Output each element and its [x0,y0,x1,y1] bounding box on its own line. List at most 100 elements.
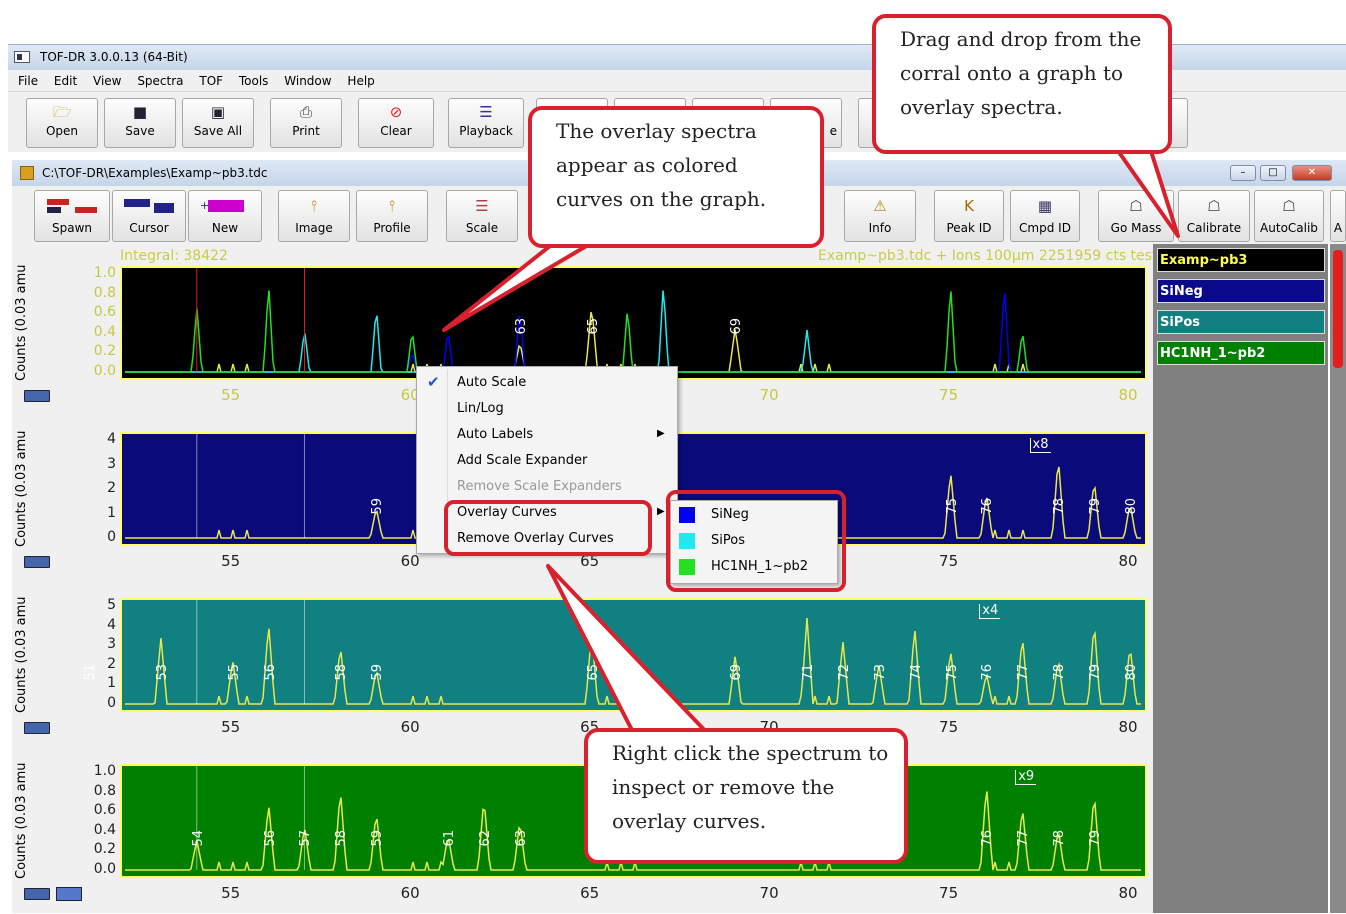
peak-label: 78 [1052,830,1068,847]
peak-label: 63 [513,830,529,847]
menu-help[interactable]: Help [347,70,374,92]
scrollbar-thumb[interactable] [1333,250,1343,368]
corral-scrollbar[interactable] [1330,244,1346,913]
peak-id-button[interactable]: K Peak ID [934,190,1004,242]
peak-label: 78 [1052,664,1068,681]
compound-id-icon: ▦ [1037,197,1053,215]
go-mass-icon: ☖ [1129,197,1143,215]
panel-scale-button[interactable] [24,888,50,900]
peak-label: 76 [980,664,996,681]
menu-item-auto-scale[interactable]: Auto Scale [457,372,526,394]
calibrate-button[interactable]: ☖ Calibrate [1178,190,1250,242]
overlay-trace-3 [125,290,1141,373]
corral-item-sipos[interactable]: SiPos [1157,310,1325,334]
menu-item-add-scale-expander[interactable]: Add Scale Expander [457,450,587,472]
peak-label: 54 [190,830,206,847]
menu-item-lin-log[interactable]: Lin/Log [457,398,504,420]
minimize-button[interactable]: – [1230,165,1256,181]
spectrum-panel-4[interactable]: Counts (0.03 amu 54 56 57 58 59 61 62 63 76 77 78 79… [12,760,1153,914]
panel-zoom-button[interactable] [56,887,82,901]
calibrate-icon: ☖ [1207,197,1221,215]
autocalib-button[interactable]: ☖ AutoCalib [1254,190,1324,242]
cmpd-id-button[interactable]: ▦ Cmpd ID [1010,190,1080,242]
peak-label: 55 [226,664,242,681]
corral-item-sineg[interactable]: SiNeg [1157,279,1325,303]
panel-scale-button[interactable] [24,722,50,734]
x-tick-label: 80 [1118,718,1138,736]
open-button[interactable]: 🗁 Open [26,98,98,148]
x-tick-label: 75 [939,552,959,570]
peak-label: 57 [298,830,314,847]
spawn-button[interactable]: Spawn [34,190,110,242]
overlay-trace-1 [125,293,1141,373]
scale-button[interactable]: ☰ Scale [446,190,518,242]
x-tick-label: 60 [400,552,420,570]
spectrum-trace [125,617,1141,705]
close-button[interactable]: ✕ [1292,165,1332,181]
corral-item-examp-pb3[interactable]: Examp~pb3 [1157,248,1325,272]
peak-id-icon: K [964,197,974,215]
restore-button[interactable]: □ [1260,165,1286,181]
document-icon [20,166,34,180]
profile-button[interactable]: ⫯ Profile [356,190,428,242]
menu-tof[interactable]: TOF [199,70,223,92]
scale-expander[interactable]: x9 [1015,770,1037,785]
go-mass-button[interactable]: ☖ Go Mass [1098,190,1174,242]
plot-canvas[interactable]: 63 65 69 [120,266,1147,380]
x-tick-label: 75 [939,718,959,736]
menu-tools[interactable]: Tools [239,70,269,92]
y-tick-label: 0.4 [93,821,116,838]
peak-label: 76 [980,830,996,847]
x-tick-label: 55 [221,386,241,404]
x-tick-label: 80 [1118,884,1138,902]
menu-file[interactable]: File [18,70,38,92]
corral-item-hc1nh[interactable]: HC1NH_1~pb2 [1157,341,1325,365]
peak-label: 80 [1124,664,1140,681]
print-button[interactable]: ⎙ Print [270,98,342,148]
y-tick-label: 0 [107,695,116,711]
peak-label: 75 [944,498,960,515]
save-button[interactable]: ■ Save [104,98,176,148]
image-icon: ⫯ [310,197,318,215]
playback-button[interactable]: ☰ Playback [448,98,524,148]
menu-spectra[interactable]: Spectra [137,70,183,92]
submenu-arrow-icon: ▶ [657,428,665,439]
more-button[interactable]: A [1330,190,1346,242]
callout-overlay-spectra: The overlay spectra appear as colored cu… [528,106,824,248]
y-axis-label: Counts (0.03 amu [14,430,29,548]
info-button[interactable]: ⚠ Info [844,190,916,242]
menu-view[interactable]: View [93,70,121,92]
cursor-button[interactable]: Cursor [112,190,186,242]
spectrum-panel-3[interactable]: Counts (0.03 amu 51 53 55 56 58 59 65 69 71 72 73 74… [12,594,1153,748]
y-tick-label: 2 [107,480,116,496]
new-button[interactable]: + New [188,190,262,242]
peak-label: 69 [729,664,745,681]
panel-scale-button[interactable] [24,390,50,402]
image-button[interactable]: ⫯ Image [278,190,350,242]
menu-item-auto-labels[interactable]: Auto Labels [457,424,533,446]
peak-label: 59 [370,830,386,847]
app-icon [14,51,30,63]
menu-edit[interactable]: Edit [54,70,77,92]
peak-label: 75 [944,664,960,681]
x-tick-label: 60 [400,884,420,902]
spectrum-trace [125,311,1141,373]
clear-button[interactable]: ⊘ Clear [358,98,434,148]
x-tick-label: 55 [221,884,241,902]
plot-canvas[interactable]: 51 53 55 56 58 59 65 69 71 72 73 74 75 76 77 78 79 80 x4 [83,598,1147,712]
callout-drag-drop: Drag and drop from the corral onto a gra… [872,14,1172,154]
x-tick-label: 65 [580,884,600,902]
folder-open-icon: 🗁 [53,103,72,121]
scale-expander[interactable]: x8 [1029,438,1051,453]
save-all-button[interactable]: ▣ Save All [182,98,254,148]
peak-label: 74 [908,664,924,681]
menu-window[interactable]: Window [284,70,331,92]
peak-label: 56 [262,664,278,681]
y-tick-label: 1.0 [93,763,116,779]
scale-expander[interactable]: x4 [979,604,1001,619]
peak-label: 63 [513,318,529,335]
panel-scale-button[interactable] [24,556,50,568]
y-tick-label: 0.0 [93,363,116,379]
app-title: TOF-DR 3.0.0.13 (64-Bit) [40,50,188,64]
more-icon [1331,197,1345,215]
